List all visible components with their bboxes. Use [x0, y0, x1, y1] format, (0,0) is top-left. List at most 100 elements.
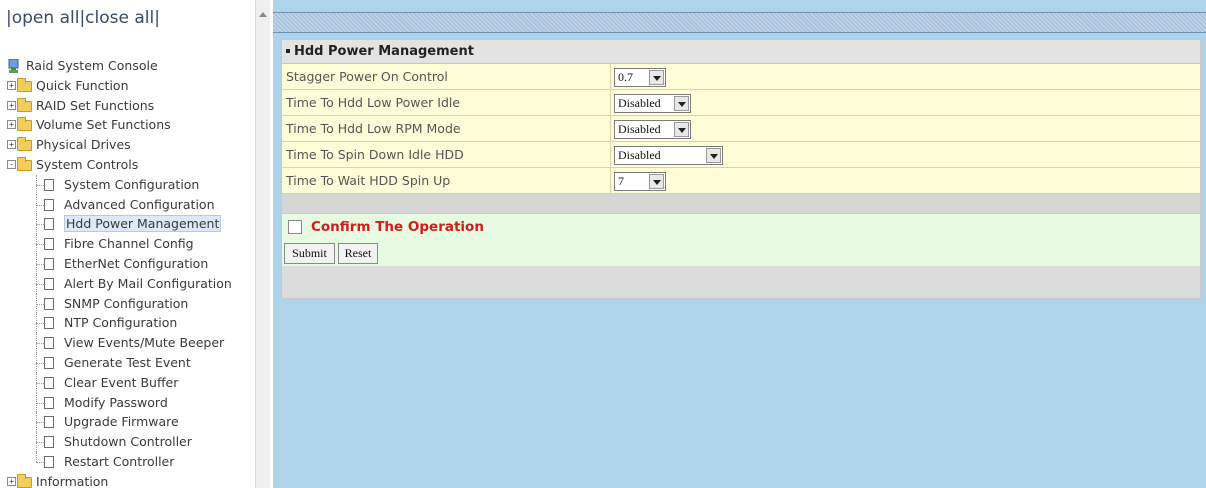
- tree-line: [36, 402, 44, 404]
- sidebar-item-label: System Configuration: [64, 176, 200, 192]
- confirm-row: Confirm The Operation: [282, 214, 1200, 240]
- sidebar-item-system-configuration[interactable]: System Configuration: [6, 174, 268, 195]
- chevron-down-icon[interactable]: [706, 148, 721, 163]
- sidebar-item-label: Modify Password: [64, 394, 168, 410]
- tree-group-label: System Controls: [36, 156, 139, 172]
- page-icon: [44, 416, 54, 429]
- tree-line: [36, 382, 44, 384]
- header-band: [273, 12, 1206, 33]
- expand-icon[interactable]: +: [7, 120, 16, 130]
- tree-line: [36, 461, 44, 463]
- tree-group-system-controls[interactable]: - System Controls: [6, 155, 268, 175]
- tree-line: [36, 303, 44, 305]
- sidebar-item-hdd-power-management[interactable]: Hdd Power Management: [6, 214, 268, 235]
- tree-group-label: Volume Set Functions: [36, 117, 171, 133]
- expand-icon[interactable]: +: [7, 80, 16, 90]
- stagger-power-select[interactable]: 0.7: [614, 68, 666, 87]
- sidebar-item-alert-by-mail-configuration[interactable]: Alert By Mail Configuration: [6, 273, 268, 294]
- column-divider: [610, 116, 611, 142]
- open-all-link[interactable]: open all: [12, 8, 80, 28]
- collapse-icon[interactable]: -: [7, 159, 16, 169]
- tree-group-label: Quick Function: [36, 77, 129, 93]
- confirm-checkbox[interactable]: [288, 220, 302, 234]
- sidebar-item-view-events-mute-beeper[interactable]: View Events/Mute Beeper: [6, 333, 268, 353]
- folder-icon: [17, 137, 32, 152]
- sidebar-item-ethernet-configuration[interactable]: EtherNet Configuration: [6, 253, 268, 274]
- expand-icon[interactable]: +: [7, 476, 16, 486]
- field-row-low-rpm-mode: Time To Hdd Low RPM Mode Disabled: [282, 116, 1200, 142]
- page-icon: [44, 376, 54, 389]
- sidebar-item-upgrade-firmware[interactable]: Upgrade Firmware: [6, 412, 268, 433]
- field-label: Time To Spin Down Idle HDD: [286, 147, 464, 162]
- tree-line: [36, 323, 44, 325]
- sidebar-item-advanced-configuration[interactable]: Advanced Configuration: [6, 194, 268, 215]
- expand-icon[interactable]: +: [7, 140, 16, 150]
- spin-down-idle-select[interactable]: Disabled: [614, 146, 723, 165]
- page-icon: [44, 277, 54, 290]
- wait-spin-up-select[interactable]: 7: [614, 172, 666, 191]
- bullet-icon: [286, 48, 290, 53]
- spacer-row: [282, 194, 1200, 214]
- tree-line: [36, 451, 37, 462]
- close-all-link[interactable]: close all: [85, 8, 154, 28]
- open-close-links: |open all|close all|: [6, 8, 160, 28]
- tree-group-quick-function[interactable]: + Quick Function: [6, 76, 268, 96]
- chevron-down-icon[interactable]: [649, 174, 664, 189]
- low-rpm-mode-select[interactable]: Disabled: [614, 120, 691, 139]
- select-value: 0.7: [618, 70, 633, 84]
- submit-button[interactable]: Submit: [284, 243, 335, 264]
- tree-group-information[interactable]: + Information: [6, 472, 268, 488]
- sidebar-item-modify-password[interactable]: Modify Password: [6, 392, 268, 413]
- sidebar-item-restart-controller[interactable]: Restart Controller: [6, 451, 268, 472]
- reset-button[interactable]: Reset: [338, 243, 378, 264]
- sidebar-item-snmp-configuration[interactable]: SNMP Configuration: [6, 293, 268, 314]
- tree-line: [36, 442, 44, 444]
- confirm-label: Confirm The Operation: [311, 219, 484, 235]
- page-icon: [44, 436, 54, 449]
- tree-line: [36, 204, 44, 206]
- sidebar-item-label: Hdd Power Management: [64, 215, 222, 233]
- tree-root-label: Raid System Console: [26, 58, 158, 73]
- sidebar-item-label: Alert By Mail Configuration: [64, 275, 232, 291]
- tree-group-label: Information: [36, 473, 109, 488]
- field-label: Time To Wait HDD Spin Up: [286, 173, 451, 188]
- column-divider: [610, 64, 611, 90]
- low-power-idle-select[interactable]: Disabled: [614, 94, 691, 113]
- tree-root[interactable]: Raid System Console: [6, 56, 268, 76]
- sidebar-item-label: NTP Configuration: [64, 315, 178, 331]
- column-divider: [610, 90, 611, 116]
- tree-line: [36, 362, 44, 364]
- tree-line: [36, 343, 44, 345]
- sidebar-item-clear-event-buffer[interactable]: Clear Event Buffer: [6, 372, 268, 393]
- page-icon: [44, 238, 54, 251]
- page-icon: [44, 257, 54, 270]
- tree-line: [36, 224, 44, 226]
- tree-group-physical-drives[interactable]: + Physical Drives: [6, 135, 268, 155]
- hdd-power-panel: Hdd Power Management Stagger Power On Co…: [281, 39, 1201, 299]
- chevron-down-icon[interactable]: [649, 70, 664, 85]
- tree-group-label: Physical Drives: [36, 137, 131, 153]
- scroll-up-arrow-icon[interactable]: [259, 12, 267, 17]
- nav-scrollbar[interactable]: [255, 0, 270, 488]
- panel-title: Hdd Power Management: [294, 44, 474, 59]
- expand-icon[interactable]: +: [7, 100, 16, 110]
- chevron-down-icon[interactable]: [674, 96, 689, 111]
- main-frame: Hdd Power Management Stagger Power On Co…: [273, 0, 1206, 488]
- sidebar-item-shutdown-controller[interactable]: Shutdown Controller: [6, 432, 268, 452]
- tree-group-volume-set-functions[interactable]: + Volume Set Functions: [6, 115, 268, 135]
- sidebar-item-fibre-channel-config[interactable]: Fibre Channel Config: [6, 234, 268, 254]
- chevron-down-icon[interactable]: [674, 122, 689, 137]
- field-row-wait-spin-up: Time To Wait HDD Spin Up 7: [282, 168, 1200, 194]
- navigation-frame: |open all|close all| Raid System Console…: [0, 0, 270, 488]
- sidebar-item-ntp-configuration[interactable]: NTP Configuration: [6, 313, 268, 334]
- sidebar-item-label: Clear Event Buffer: [64, 374, 179, 390]
- sidebar-item-label: Restart Controller: [64, 453, 175, 469]
- page-icon: [44, 218, 54, 231]
- sidebar-item-generate-test-event[interactable]: Generate Test Event: [6, 352, 268, 373]
- field-label: Time To Hdd Low RPM Mode: [286, 121, 461, 136]
- folder-open-icon: [17, 156, 32, 171]
- tree-group-raid-set-functions[interactable]: + RAID Set Functions: [6, 96, 268, 116]
- panel-header: Hdd Power Management: [282, 40, 1200, 64]
- sidebar-item-label: Advanced Configuration: [64, 196, 215, 212]
- tree-line: [36, 244, 44, 246]
